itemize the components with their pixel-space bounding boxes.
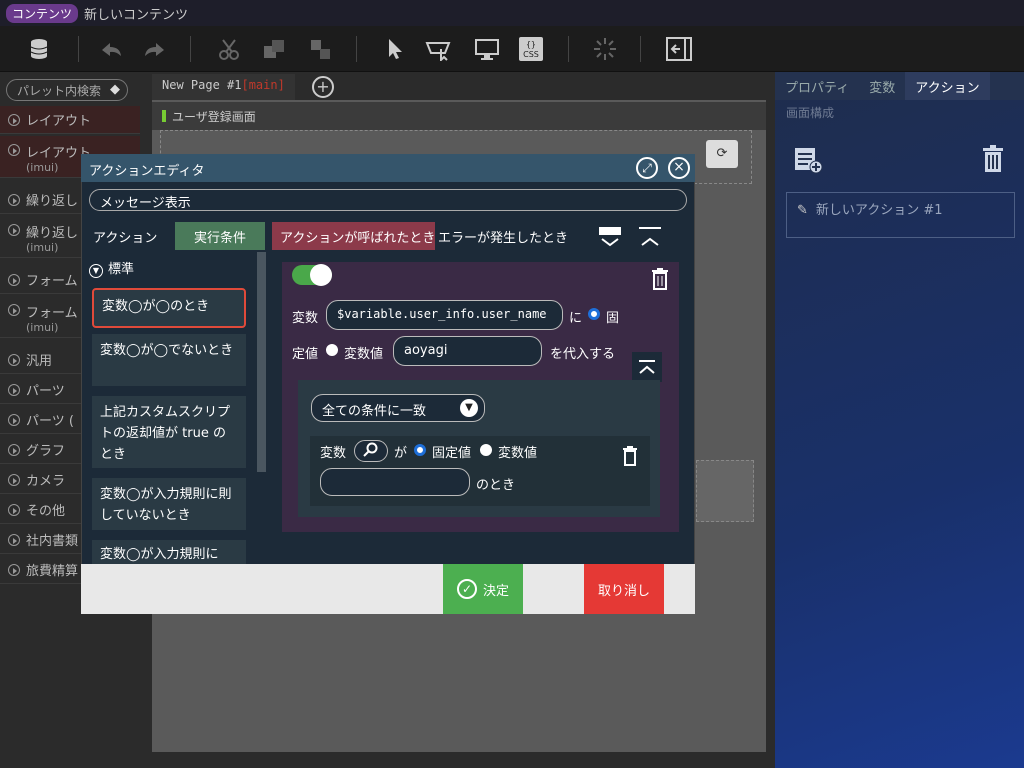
row-varval-label: 変数値 (498, 446, 538, 461)
variable-value-radio[interactable] (326, 344, 338, 356)
expand-icon[interactable]: ⤢ (636, 157, 658, 179)
row-trash-icon[interactable] (622, 446, 638, 470)
tab-on-error[interactable]: エラーが発生したとき (432, 222, 576, 250)
assign-label: を代入する (550, 347, 616, 362)
var-label: 変数 (292, 311, 319, 326)
fixed-label: 固 (606, 311, 620, 326)
condition-custom-script[interactable]: 上記カスタムスクリプトの返却値が true のとき (92, 396, 246, 468)
svg-text:CSS: CSS (523, 50, 539, 59)
dialog-header: アクションエディタ (81, 154, 695, 182)
cut-icon[interactable] (214, 34, 244, 64)
css-icon[interactable]: {} CSS (516, 34, 546, 64)
delete-action-icon[interactable] (982, 144, 1004, 178)
fixed-label-cont: 定値 (292, 347, 319, 362)
tab-properties[interactable]: プロパティ (775, 72, 859, 100)
palette-category-layout[interactable]: レイアウト (0, 106, 140, 134)
content-badge: コンテンツ (6, 3, 79, 23)
condition-scrollbar[interactable] (257, 252, 266, 472)
toolbar: {} CSS (0, 26, 1024, 72)
add-action-icon[interactable] (794, 146, 824, 178)
tab-variables[interactable]: 変数 (859, 72, 905, 100)
enable-toggle[interactable] (292, 264, 332, 286)
collapse-up-icon[interactable] (638, 226, 662, 254)
variable-name-field[interactable]: $variable.user_info.user_name (326, 300, 563, 330)
panel-toggle-icon[interactable] (664, 34, 694, 64)
cancel-button[interactable]: 取り消し (584, 564, 664, 614)
toki-label: のとき (476, 478, 516, 493)
tab-actions[interactable]: アクション (905, 72, 990, 100)
var-value-label: 変数値 (344, 347, 384, 362)
canvas-block (696, 460, 754, 522)
row-var-label: 変数 (320, 446, 347, 461)
screen-structure-label: 画面構成 (786, 106, 835, 120)
variable-search-button[interactable] (354, 440, 388, 462)
confirm-button[interactable]: ✓ 決定 (443, 564, 523, 614)
match-mode-select[interactable]: 全ての条件に一致 ▼ (311, 394, 485, 422)
chevron-circle-icon: ▼ (89, 264, 103, 278)
title-bar: コンテンツ 新しいコンテンツ (0, 0, 1024, 26)
paste-icon[interactable] (306, 34, 336, 64)
preview-monitor-icon[interactable] (472, 34, 502, 64)
dropdown-icon: ▼ (460, 399, 478, 417)
compare-value-input[interactable] (320, 468, 470, 496)
value-input[interactable]: aoyagi (393, 336, 542, 366)
database-icon[interactable] (24, 34, 54, 64)
copy-icon[interactable] (260, 34, 290, 64)
screen-header: ユーザ登録画面 (152, 102, 766, 130)
tab-on-called[interactable]: アクションが呼ばれたとき (272, 222, 436, 250)
right-tabs: プロパティ 変数 アクション (775, 72, 1024, 100)
condition-not-equals[interactable]: 変数◯が◯でないとき (92, 334, 246, 386)
dialog-title: アクションエディタ (89, 164, 205, 179)
row-fixed-label: 固定値 (432, 446, 472, 461)
tab-execution-condition[interactable]: 実行条件 (175, 222, 265, 250)
select-pointer-icon[interactable] (380, 34, 410, 64)
fixed-value-radio[interactable] (588, 308, 600, 320)
ni-label: に (569, 311, 583, 326)
check-circle-icon: ✓ (456, 579, 477, 599)
svg-text:{}: {} (526, 40, 536, 49)
trash-icon[interactable] (651, 267, 669, 295)
window-title: 新しいコンテンツ (84, 7, 189, 23)
loading-icon[interactable] (590, 34, 620, 64)
add-page-icon[interactable]: + (312, 76, 334, 98)
screen-title: ユーザ登録画面 (172, 110, 256, 124)
search-icon (363, 442, 378, 457)
ga-label: が (394, 446, 408, 461)
pencil-icon: ✎ (797, 203, 808, 218)
collapse-section-icon[interactable] (632, 352, 662, 382)
close-icon[interactable]: × (668, 157, 690, 179)
undo-icon[interactable] (96, 34, 126, 64)
condition-rule-violation[interactable]: 変数◯が入力規則に則していないとき (92, 478, 246, 530)
condition-equals[interactable]: 変数◯が◯のとき (92, 288, 246, 328)
action-item-label: 新しいアクション #1 (815, 203, 943, 218)
condition-rule-partial[interactable]: 変数◯が入力規則に (92, 540, 246, 564)
redo-icon[interactable] (140, 34, 170, 64)
action-item[interactable]: ✎ 新しいアクション #1 (786, 192, 1015, 238)
row-var-radio[interactable] (480, 444, 492, 456)
tab-action[interactable]: アクション (85, 222, 166, 250)
shape-select-icon[interactable] (424, 34, 454, 64)
page-tab[interactable]: New Page #1[main] (152, 74, 295, 100)
section-standard[interactable]: ▼ 標準 (89, 258, 134, 278)
row-fixed-radio[interactable] (414, 444, 426, 456)
refresh-icon[interactable]: ⟳ (706, 140, 738, 168)
eraser-icon[interactable]: ◆ (110, 82, 120, 97)
action-name-input[interactable]: メッセージ表示 (89, 189, 687, 211)
collapse-down-icon[interactable] (598, 226, 622, 254)
